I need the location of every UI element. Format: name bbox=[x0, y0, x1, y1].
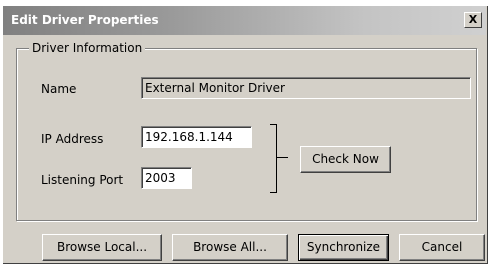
close-button[interactable]: X bbox=[464, 12, 482, 28]
title-bar[interactable]: Edit Driver Properties X bbox=[3, 6, 486, 35]
browse-all-button[interactable]: Browse All... bbox=[172, 234, 288, 261]
name-label: Name bbox=[41, 82, 77, 96]
bracket-divider bbox=[270, 124, 277, 193]
bracket-connector bbox=[276, 157, 288, 158]
listening-port-input[interactable]: 2003 bbox=[141, 167, 192, 189]
check-now-button[interactable]: Check Now bbox=[300, 146, 391, 173]
ip-address-label: IP Address bbox=[41, 132, 104, 146]
synchronize-button[interactable]: Synchronize bbox=[298, 234, 389, 261]
listening-port-label: Listening Port bbox=[41, 173, 124, 187]
group-label: Driver Information bbox=[29, 41, 146, 55]
close-icon: X bbox=[468, 13, 478, 26]
name-field: External Monitor Driver bbox=[141, 77, 471, 99]
cancel-button[interactable]: Cancel bbox=[399, 234, 485, 261]
browse-local-button[interactable]: Browse Local... bbox=[42, 234, 162, 261]
dialog-title: Edit Driver Properties bbox=[11, 13, 159, 27]
ip-address-input[interactable]: 192.168.1.144 bbox=[141, 126, 252, 148]
